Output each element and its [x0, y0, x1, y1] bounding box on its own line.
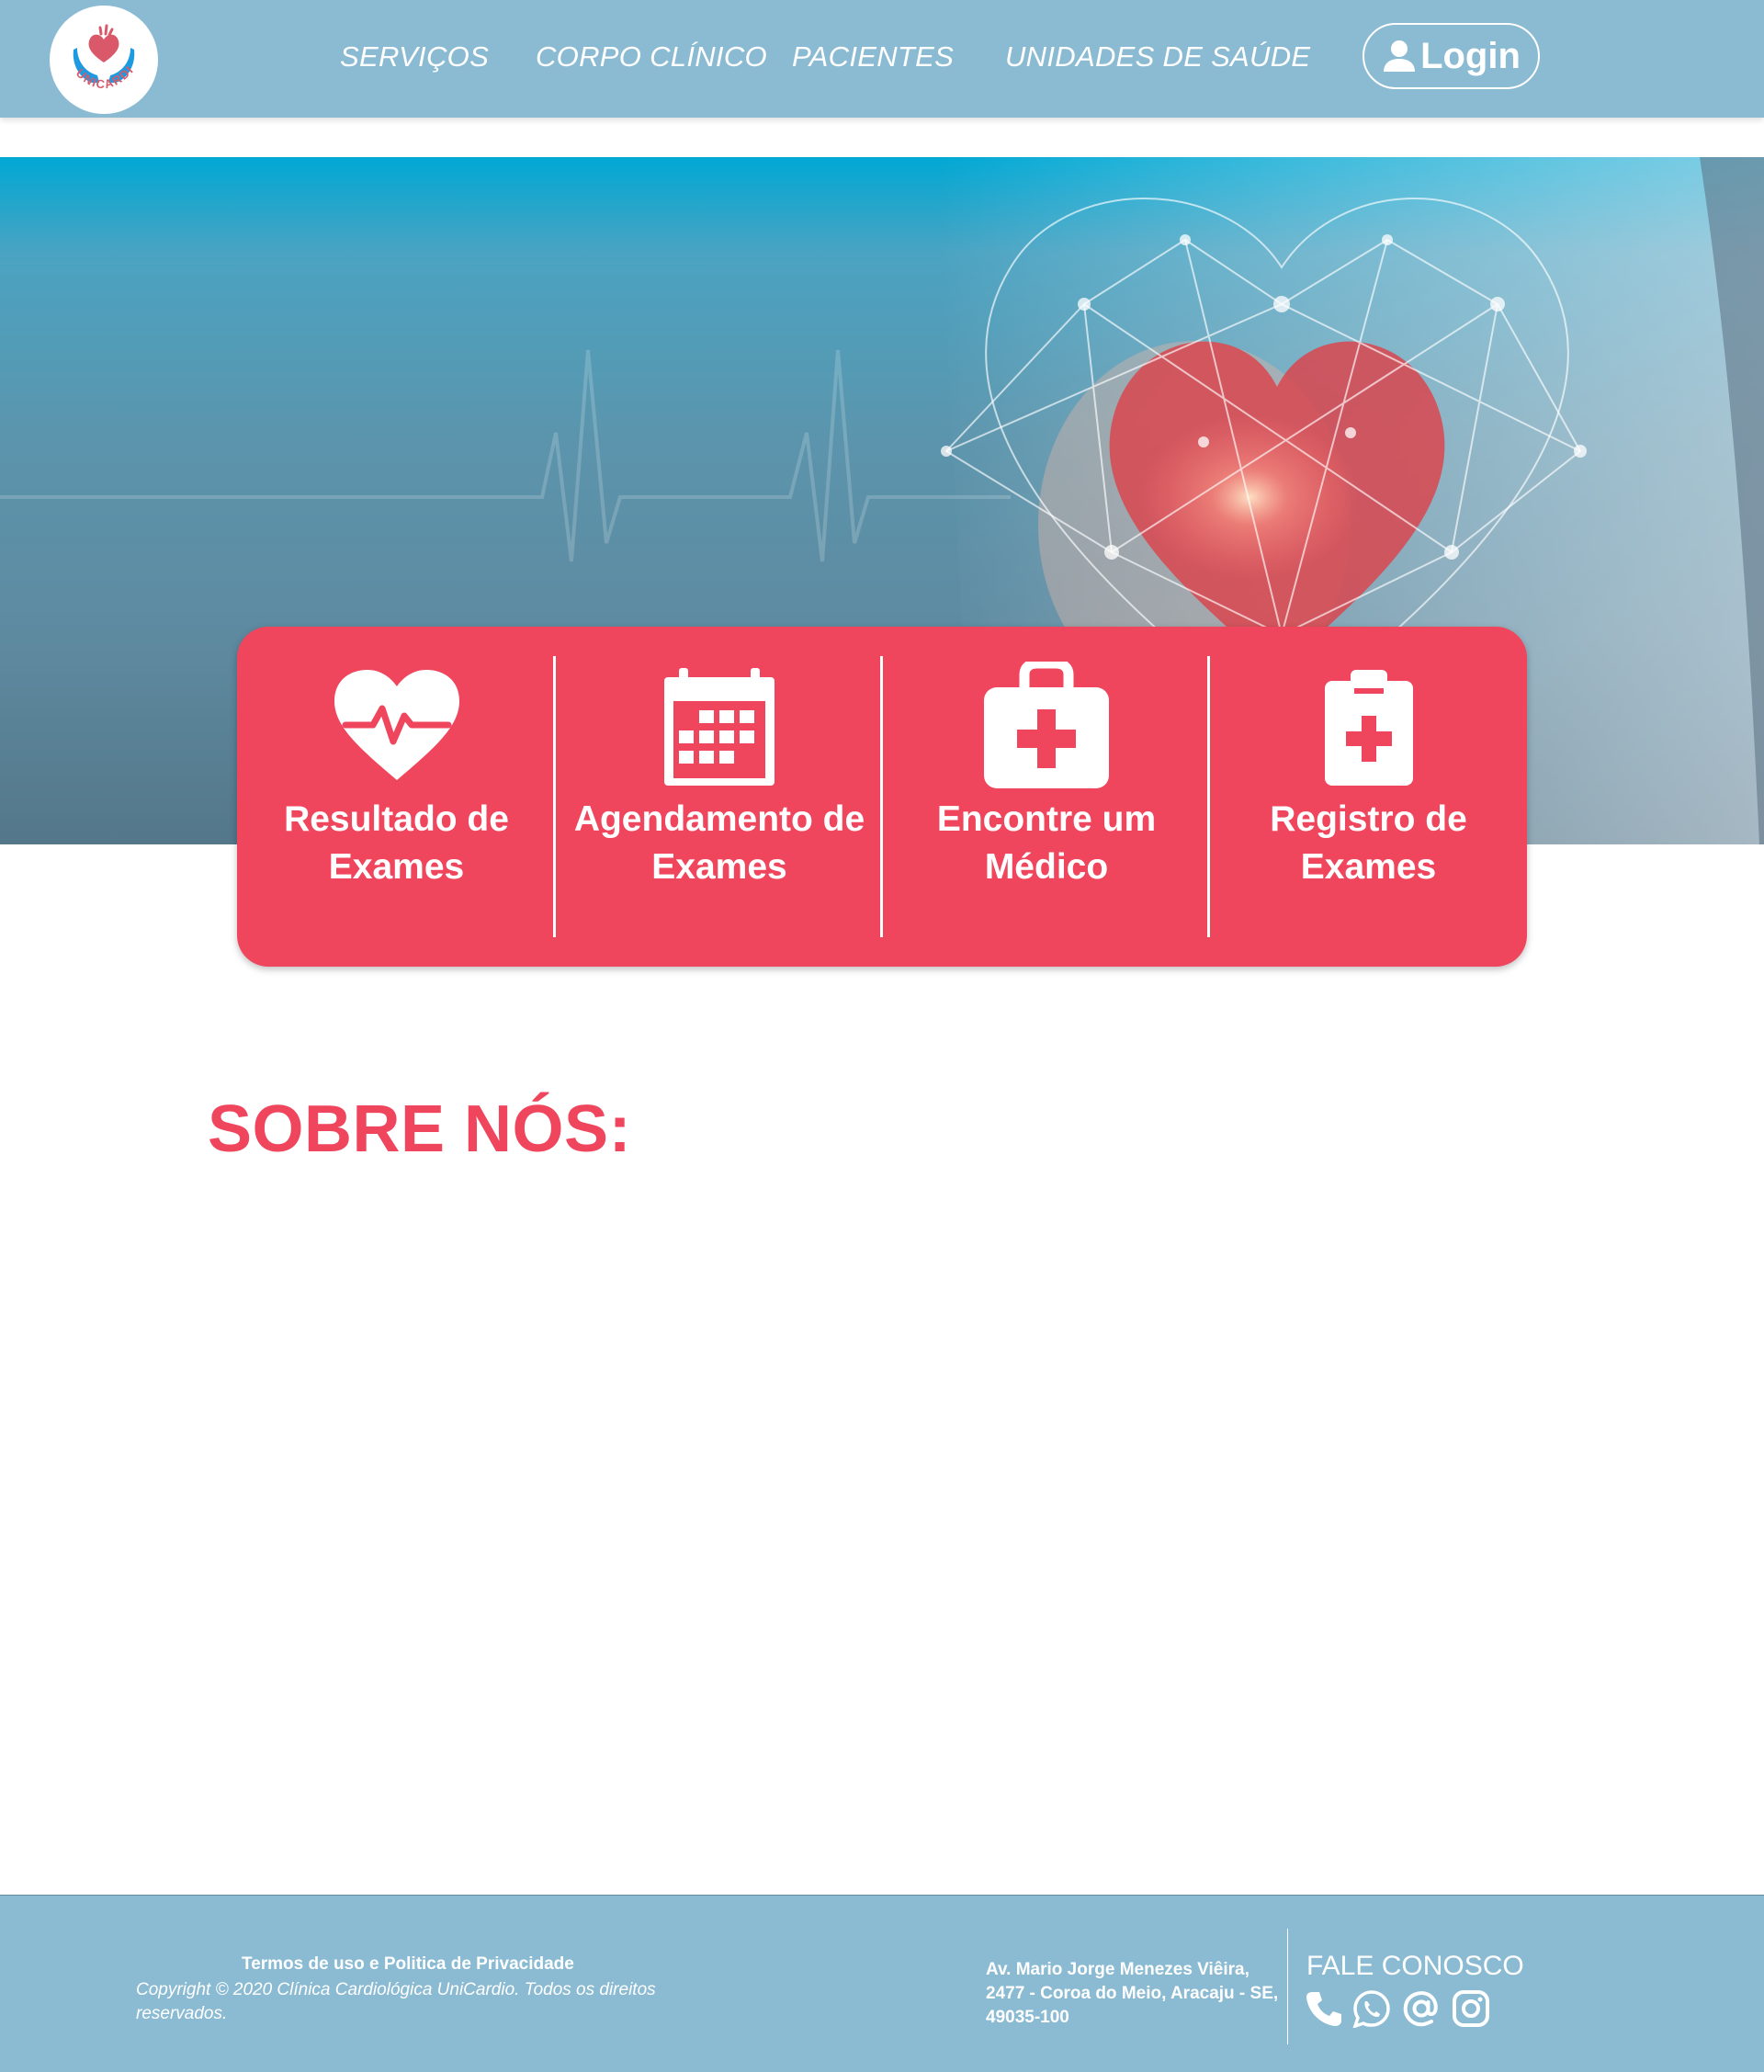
nav-unidades-de-saude[interactable]: UNIDADES DE SAÚDE: [1005, 40, 1310, 74]
terms-link[interactable]: Termos de uso e Politica de Privacidade: [242, 1954, 574, 1975]
instagram-icon[interactable]: [1452, 1989, 1490, 2028]
user-icon: [1384, 40, 1416, 72]
address-text: Av. Mario Jorge Menezes Viêira, 2477 - C…: [986, 1960, 1279, 2027]
unicardio-logo[interactable]: UNICARDIO: [50, 6, 158, 114]
copyright-text: Copyright © 2020 Clínica Cardiológica Un…: [136, 1980, 656, 2023]
card-registro-de-exames[interactable]: Registro de Exames: [1210, 627, 1527, 967]
contact-title: FALE CONOSCO: [1306, 1951, 1524, 1981]
card-label: Registro de Exames: [1270, 799, 1467, 887]
page: UNICARDIO SERVIÇOS CORPO CLÍNICO PACIENT…: [0, 0, 1764, 2072]
email-at-icon[interactable]: [1402, 1989, 1441, 2028]
top-navbar: UNICARDIO SERVIÇOS CORPO CLÍNICO PACIENT…: [0, 0, 1764, 118]
card-resultado-de-exames[interactable]: Resultado de Exames: [237, 627, 556, 967]
card-label: Resultado de Exames: [284, 799, 509, 887]
heart-pulse-icon: [334, 670, 459, 780]
footer-divider: [1287, 1929, 1288, 2044]
nav-corpo-clinico[interactable]: CORPO CLÍNICO: [536, 40, 767, 74]
login-button[interactable]: Login: [1363, 23, 1540, 89]
card-encontre-um-medico[interactable]: Encontre um Médico: [883, 627, 1210, 967]
card-label: Agendamento de Exames: [573, 799, 865, 887]
whatsapp-icon[interactable]: [1352, 1989, 1391, 2028]
quick-actions-panel: Resultado de Exames Agendamento de Exame…: [237, 627, 1527, 967]
medical-clipboard-icon: [1324, 670, 1413, 786]
login-label: Login: [1420, 35, 1521, 76]
nav-servicos[interactable]: SERVIÇOS: [340, 40, 489, 74]
phone-icon[interactable]: [1305, 1989, 1343, 2028]
about-title: SOBRE NÓS:: [208, 1093, 632, 1166]
card-agendamento-de-exames[interactable]: Agendamento de Exames: [556, 627, 883, 967]
medical-kit-icon: [984, 662, 1109, 788]
card-label: Encontre um Médico: [936, 799, 1157, 887]
nav-pacientes[interactable]: PACIENTES: [792, 40, 954, 74]
logo-graphic: UNICARDIO: [50, 6, 135, 91]
calendar-icon: [664, 668, 775, 786]
footer: Termos de uso e Politica de Privacidade …: [0, 1895, 1764, 2072]
